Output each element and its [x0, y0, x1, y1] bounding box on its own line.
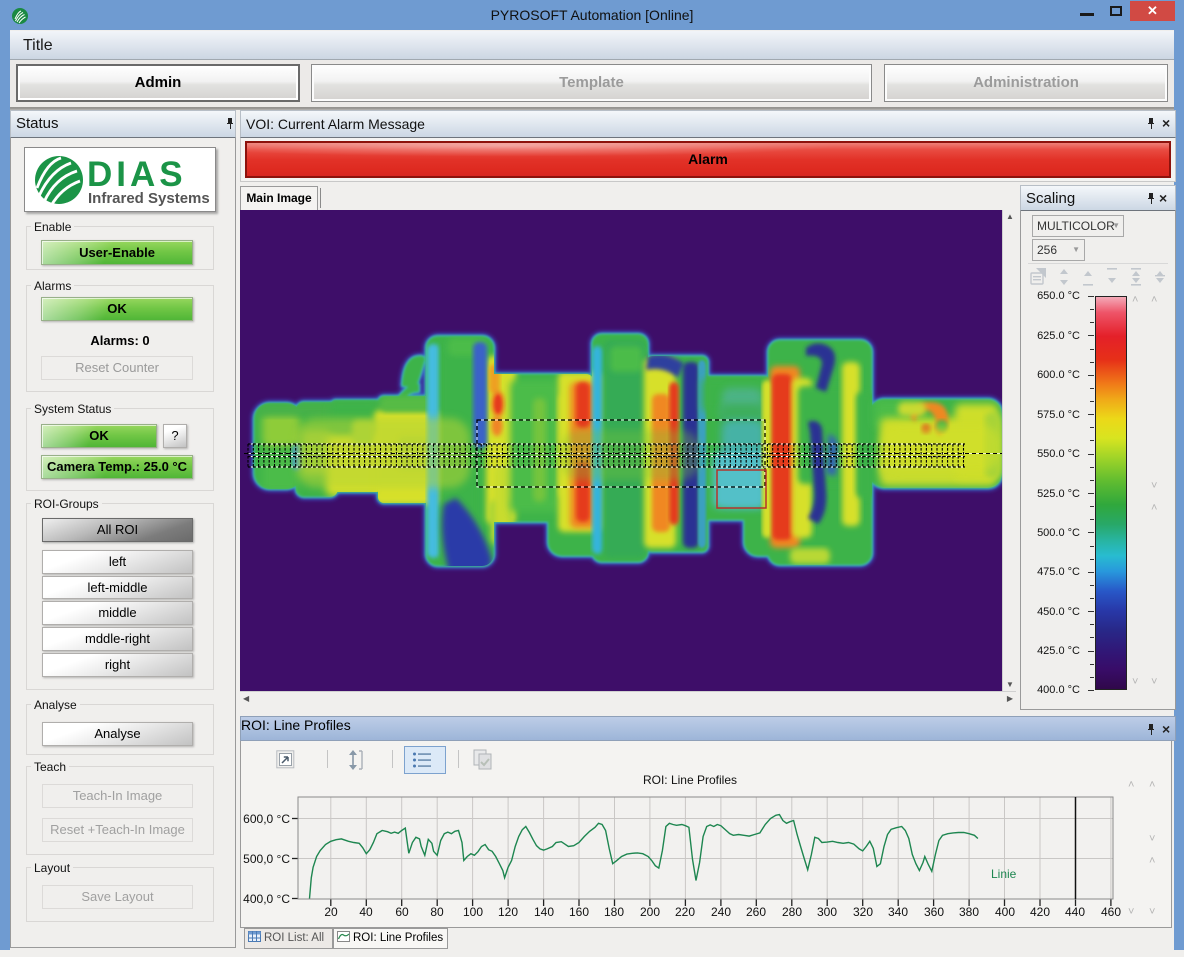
svg-text:Linie: Linie [991, 867, 1017, 881]
svg-text:Infrared Systems: Infrared Systems [88, 190, 210, 207]
svg-text:DIAS: DIAS [87, 155, 187, 194]
